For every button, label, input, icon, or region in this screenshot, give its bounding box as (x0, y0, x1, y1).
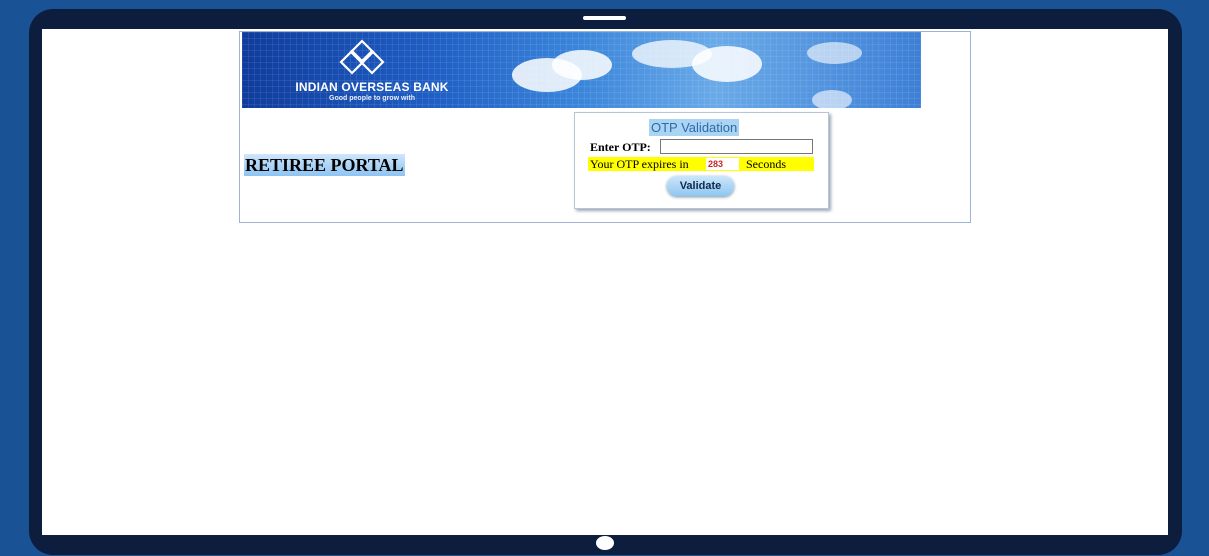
validate-button[interactable]: Validate (667, 176, 734, 196)
browser-screen: INDIAN OVERSEAS BANK Good people to grow… (42, 29, 1168, 535)
tablet-speaker (583, 16, 626, 20)
cloud-shape (812, 90, 852, 108)
otp-countdown: 283 (706, 158, 739, 170)
otp-panel-heading: OTP Validation (649, 119, 740, 136)
otp-expiry-suffix: Seconds (746, 157, 786, 171)
otp-input[interactable] (660, 139, 813, 154)
otp-expiry-notice: Your OTP expires in 283 Seconds (588, 157, 814, 171)
page-title: RETIREE PORTAL (244, 154, 405, 176)
cloud-shape (692, 46, 762, 82)
bank-tagline: Good people to grow with (329, 95, 415, 102)
otp-validation-panel: OTP Validation Enter OTP: Your OTP expir… (574, 112, 829, 209)
otp-expiry-prefix: Your OTP expires in (590, 157, 689, 171)
cloud-shape (807, 42, 862, 64)
bank-name: INDIAN OVERSEAS BANK (295, 80, 449, 94)
tablet-home-button[interactable] (596, 536, 614, 550)
otp-field-label: Enter OTP: (590, 140, 651, 154)
bank-logo-icon (339, 39, 385, 75)
bank-header-banner: INDIAN OVERSEAS BANK Good people to grow… (242, 32, 921, 108)
cloud-shape (552, 50, 612, 80)
